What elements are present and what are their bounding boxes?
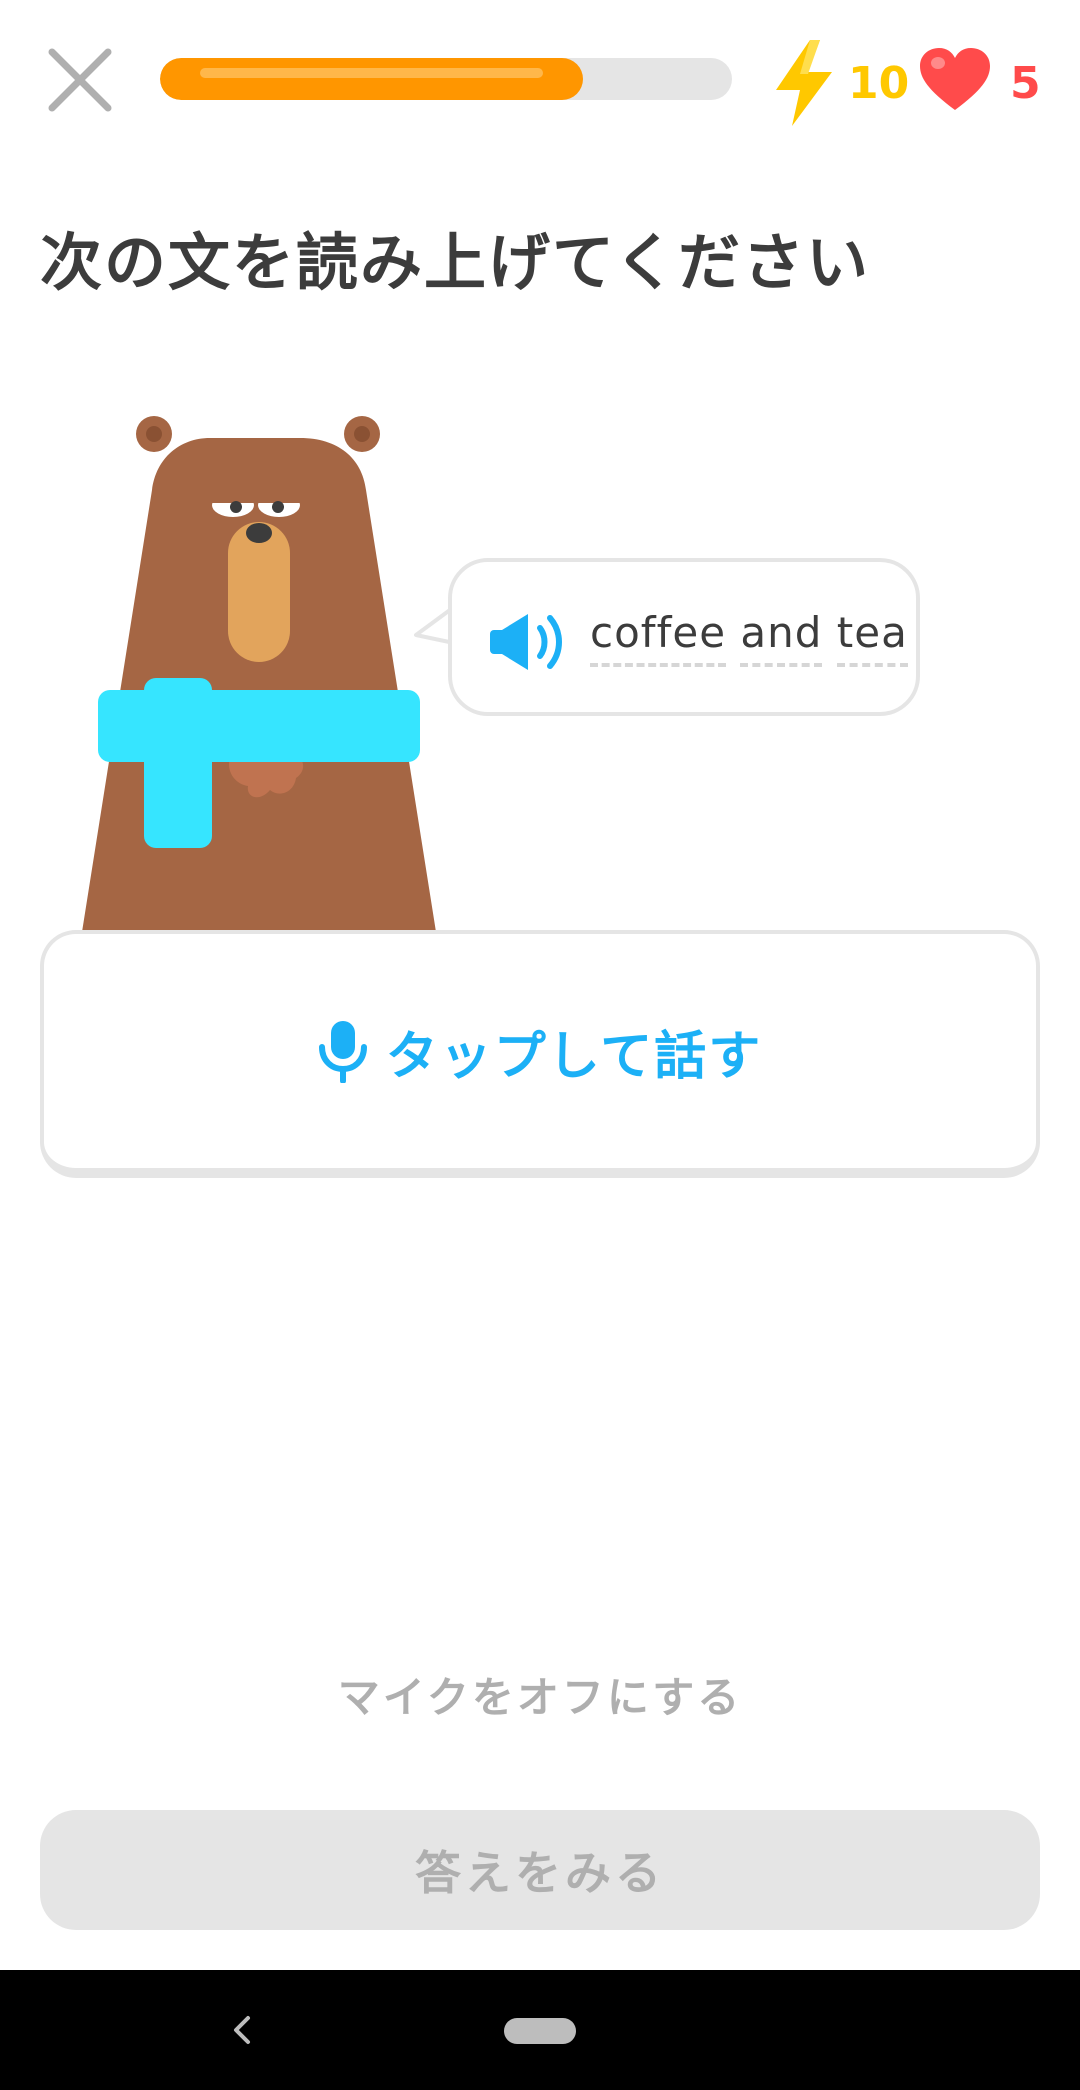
heart-icon	[920, 48, 990, 110]
bear-character	[82, 416, 436, 932]
close-button[interactable]	[44, 44, 116, 116]
microphone-icon	[318, 1021, 367, 1083]
top-bar: 10 5	[0, 0, 1080, 160]
speaker-icon	[490, 614, 562, 670]
home-pill[interactable]	[504, 2018, 576, 2044]
check-answer-label: 答えをみる	[415, 1846, 665, 1900]
word-token[interactable]: coffee	[590, 608, 727, 667]
system-nav-bar	[0, 1970, 1080, 2090]
word-token[interactable]: tea	[836, 608, 908, 667]
streak-count: 10	[848, 58, 910, 109]
lightning-icon	[776, 40, 832, 126]
mic-off-link[interactable]: マイクをオフにする	[0, 1664, 1080, 1725]
back-icon[interactable]	[224, 2012, 260, 2048]
hearts-count: 5	[1010, 58, 1041, 109]
close-icon	[48, 48, 112, 112]
lesson-progress-bar	[160, 58, 732, 100]
sentence-text: coffee and tea	[590, 608, 908, 667]
tap-to-speak-button[interactable]: タップして話す	[40, 930, 1040, 1178]
hearts-counter: 5	[918, 40, 1068, 120]
tap-to-speak-label: タップして話す	[385, 1026, 763, 1087]
progress-fill	[160, 58, 583, 100]
exercise-prompt: 次の文を読み上げてください	[40, 226, 871, 299]
progress-shine	[200, 68, 543, 78]
check-answer-button[interactable]: 答えをみる	[40, 1810, 1040, 1930]
word-token[interactable]: and	[740, 608, 823, 667]
streak-counter: 10	[770, 38, 910, 128]
play-audio-button[interactable]	[488, 610, 572, 674]
speech-bubble: coffee and tea	[448, 558, 920, 716]
